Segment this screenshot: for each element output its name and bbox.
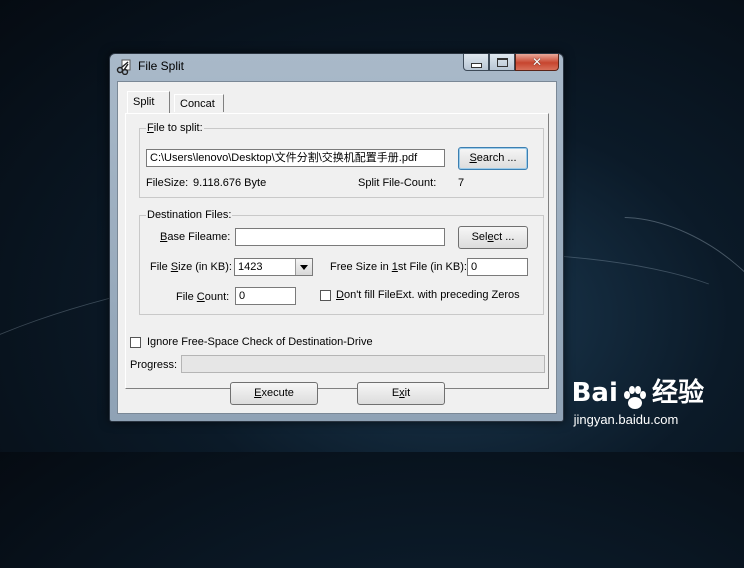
- baidu-watermark: Bai 经验 jingyan.baidu.com: [571, 372, 704, 427]
- file-size-combobox[interactable]: 1423: [234, 258, 313, 276]
- file-count-label: File Count:: [176, 291, 230, 303]
- base-filename-label: Base Fileame:: [160, 231, 231, 243]
- progress-label: Progress:: [130, 359, 178, 371]
- minimize-icon: [470, 62, 482, 68]
- ignore-free-space-checkbox[interactable]: [130, 337, 141, 348]
- file-size-value: 1423: [238, 261, 263, 273]
- file-size-label: File Size (in KB):: [150, 261, 232, 273]
- client-area: Split Concat File to split: C:\Users\len…: [117, 81, 557, 414]
- dont-fill-zeros-checkbox[interactable]: [320, 290, 331, 301]
- free-size-label: Free Size in 1st File (in KB):: [330, 261, 467, 273]
- window-title: File Split: [138, 59, 185, 73]
- select-button[interactable]: Select ...: [458, 226, 528, 249]
- destination-files-group: Destination Files: Base Fileame: Select …: [139, 209, 544, 315]
- baidu-paw-icon: [623, 386, 646, 410]
- file-to-split-group: File to split: C:\Users\lenovo\Desktop\文…: [139, 122, 544, 198]
- tab-split[interactable]: Split: [127, 91, 170, 113]
- filesize-label: FileSize:: [146, 177, 189, 189]
- search-button[interactable]: Search ...: [458, 147, 528, 170]
- maximize-button[interactable]: [489, 54, 515, 71]
- base-filename-input[interactable]: [235, 228, 445, 246]
- file-size-dropdown-button[interactable]: [295, 259, 312, 275]
- file-count-input[interactable]: 0: [235, 287, 296, 305]
- filesize-value: 9.118.676 Byte: [193, 177, 267, 189]
- chevron-down-icon: [300, 264, 308, 270]
- free-size-input[interactable]: 0: [467, 258, 528, 276]
- caption-buttons: ✕: [463, 54, 559, 72]
- split-file-count-value: 7: [458, 177, 465, 189]
- baidu-url: jingyan.baidu.com: [573, 412, 679, 427]
- maximize-icon: [496, 57, 508, 67]
- split-file-count-label: Split File-Count:: [358, 177, 437, 189]
- tab-concat[interactable]: Concat: [174, 94, 224, 112]
- destination-files-label: Destination Files:: [146, 209, 233, 221]
- baidu-logo-left: Bai: [571, 378, 618, 408]
- dont-fill-zeros-label: Don't fill FileExt. with preceding Zeros: [336, 289, 520, 301]
- close-icon: ✕: [531, 55, 543, 69]
- close-button[interactable]: ✕: [515, 54, 559, 71]
- file-to-split-label: File to split:: [146, 122, 204, 134]
- execute-button[interactable]: Execute: [230, 382, 318, 405]
- scissors-file-icon: [116, 59, 131, 75]
- file-path-input[interactable]: C:\Users\lenovo\Desktop\文件分割\交换机配置手册.pdf: [146, 149, 445, 167]
- exit-button[interactable]: Exit: [357, 382, 445, 405]
- minimize-button[interactable]: [463, 54, 489, 71]
- baidu-logo-right: 经验: [651, 378, 704, 408]
- progress-bar: [181, 355, 545, 373]
- ignore-free-space-label: Ignore Free-Space Check of Destination-D…: [147, 336, 373, 348]
- title-bar[interactable]: File Split ✕: [110, 54, 563, 80]
- file-split-window: File Split ✕ Split Concat File to split:…: [109, 53, 564, 422]
